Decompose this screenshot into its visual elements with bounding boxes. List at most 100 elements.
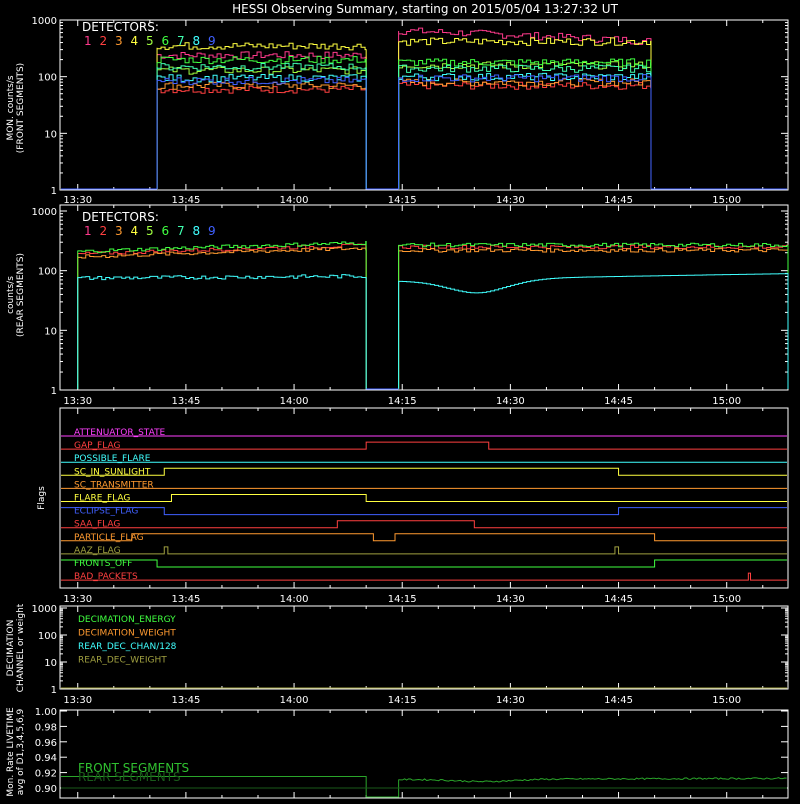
rear-panel-frame (59, 204, 789, 391)
decimation-legend-item: REAR_DEC_WEIGHT (78, 656, 167, 666)
front-series-3-line (398, 78, 652, 189)
x-tick-label: 14:15 (388, 594, 417, 605)
x-tick-label: 14:30 (496, 695, 525, 706)
flag-trace (61, 441, 787, 450)
livetime-ylabel-2: avg of D1,3,4,5,6,9 (16, 708, 26, 795)
front-series-2-line (156, 85, 367, 189)
front-ylabel-2: (FRONT SEGMENTS) (16, 63, 26, 153)
flag-trace (61, 572, 787, 581)
x-tick-label: 13:45 (171, 195, 200, 206)
y-tick-label: 0.94 (35, 753, 57, 764)
y-tick-label: 1000 (32, 16, 57, 27)
x-tick-label: 14:15 (388, 695, 417, 706)
x-tick-label: 14:00 (280, 195, 309, 206)
y-tick-label: 1.00 (35, 707, 57, 718)
front-legend-digits: 123456789 (84, 34, 216, 48)
rear-series-8-line (398, 273, 789, 389)
decimation-legend: DECIMATION_ENERGY DECIMATION_WEIGHT REAR_D… (78, 615, 177, 666)
detector-legend-digit: 9 (208, 34, 216, 48)
y-tick-label: 10 (44, 129, 57, 140)
front-panel-frame (59, 19, 789, 191)
front-series-9-line (398, 74, 652, 189)
x-tick-label: 15:00 (712, 195, 741, 206)
x-tick-label: 14:00 (280, 695, 309, 706)
flag-trace (61, 533, 787, 542)
front-series-4-line (398, 37, 652, 189)
x-tick-label: 14:45 (604, 594, 633, 605)
y-tick-label: 1 (51, 186, 57, 197)
chart-title: HESSI Observing Summary, starting on 201… (232, 2, 618, 16)
flag-trace (61, 507, 787, 516)
decimation-ylabel-2: CHANNEL or weight (16, 603, 26, 692)
flag-trace (61, 559, 787, 568)
front-series-3-line (156, 81, 367, 189)
x-tick-label: 14:30 (496, 195, 525, 206)
x-tick-label: 15:00 (712, 695, 741, 706)
front-ylabel-1: MON. counts/s (6, 75, 16, 140)
front-series-5-line (156, 66, 367, 189)
x-tick-label: 14:45 (604, 195, 633, 206)
x-tick-label: 14:15 (388, 195, 417, 206)
detector-legend-digit: 4 (131, 34, 139, 48)
x-tick-label: 13:45 (171, 594, 200, 605)
x-tick-label: 14:00 (280, 396, 309, 407)
decimation-legend-item: DECIMATION_WEIGHT (78, 629, 176, 639)
detector-legend-digit: 3 (115, 34, 123, 48)
chart-canvas: HESSI Observing Summary, starting on 201… (6, 2, 789, 799)
x-tick-label: 14:00 (280, 594, 309, 605)
rear-legend-title: DETECTORS: (82, 210, 159, 224)
x-tick-label: 15:00 (712, 594, 741, 605)
rear-ylabel-1: counts/s (6, 276, 16, 314)
rear-series-2-line (398, 244, 789, 389)
livetime-panel: Mon. Rate LIVETIME avg of D1,3,4,5,6,9 0… (6, 707, 789, 799)
x-tick-label: 14:30 (496, 594, 525, 605)
rear-series-8-line (77, 274, 367, 389)
rear-axis: 13:30 13:45 14:00 14:15 14:30 14:45 15:00 1 10 10… (32, 205, 788, 407)
flag-rows: ATTENUATOR_STATEGAP_FLAGPOSSIBLE_FLARESC… (61, 428, 787, 582)
flag-trace (61, 520, 787, 529)
front-series-1-line (156, 51, 367, 189)
front-series-2-line (398, 81, 652, 189)
front-segments-panel: MON. counts/s (FRONT SEGMENTS) DETECTORS… (6, 16, 789, 206)
y-tick-label: 10 (44, 326, 57, 337)
front-series-1-line (398, 27, 652, 189)
rear-series-3-line (77, 247, 367, 389)
x-tick-label: 13:30 (63, 695, 92, 706)
y-tick-label: 1000 (32, 207, 57, 218)
x-tick-label: 13:45 (171, 396, 200, 407)
x-tick-label: 13:30 (63, 396, 92, 407)
y-tick-label: 0.90 (35, 784, 57, 795)
detector-legend-digit: 1 (84, 34, 92, 48)
y-tick-label: 1 (51, 685, 57, 696)
observing-summary-chart: HESSI Observing Summary, starting on 201… (0, 0, 800, 800)
y-tick-label: 1 (51, 386, 57, 397)
detector-legend-digit: 2 (100, 224, 108, 238)
decimation-legend-item: DECIMATION_ENERGY (78, 615, 176, 625)
rear-series-2-line (77, 243, 367, 389)
rear-legend-digits: 123456789 (84, 224, 216, 238)
detector-legend-digit: 2 (100, 34, 108, 48)
front-axis: 13:30 13:45 14:00 14:15 14:30 14:45 15:00 1 10 10… (32, 16, 788, 206)
flags-axis: 13:30 13:45 14:00 14:15 14:30 14:45 15:00 (63, 408, 764, 605)
x-tick-label: 14:15 (388, 396, 417, 407)
rear-series-6-line (77, 241, 367, 389)
detector-legend-digit: 5 (146, 224, 154, 238)
decimation-panel: DECIMATION CHANNEL or weight DECIMATION_… (6, 603, 789, 706)
detector-legend-digit: 8 (193, 34, 201, 48)
detector-legend-digit: 1 (84, 224, 92, 238)
livetime-ylabel-1: Mon. Rate LIVETIME (6, 707, 16, 797)
livetime-panel-frame (59, 709, 789, 799)
livetime-axis: 0.90 0.92 0.94 0.96 0.98 1.00 (35, 707, 788, 798)
flag-trace (61, 546, 787, 555)
decimation-legend-item: REAR_DEC_CHAN/128 (78, 642, 177, 652)
detector-legend-digit: 9 (208, 224, 216, 238)
y-tick-label: 100 (38, 73, 57, 84)
detector-legend-digit: 8 (193, 224, 201, 238)
x-tick-label: 13:30 (63, 195, 92, 206)
x-tick-label: 14:45 (604, 396, 633, 407)
detector-legend-digit: 4 (131, 224, 139, 238)
y-tick-label: 10 (44, 658, 57, 669)
x-tick-label: 15:00 (712, 396, 741, 407)
front-series-9-line (156, 76, 367, 189)
flags-ylabel: Flags (37, 486, 47, 510)
